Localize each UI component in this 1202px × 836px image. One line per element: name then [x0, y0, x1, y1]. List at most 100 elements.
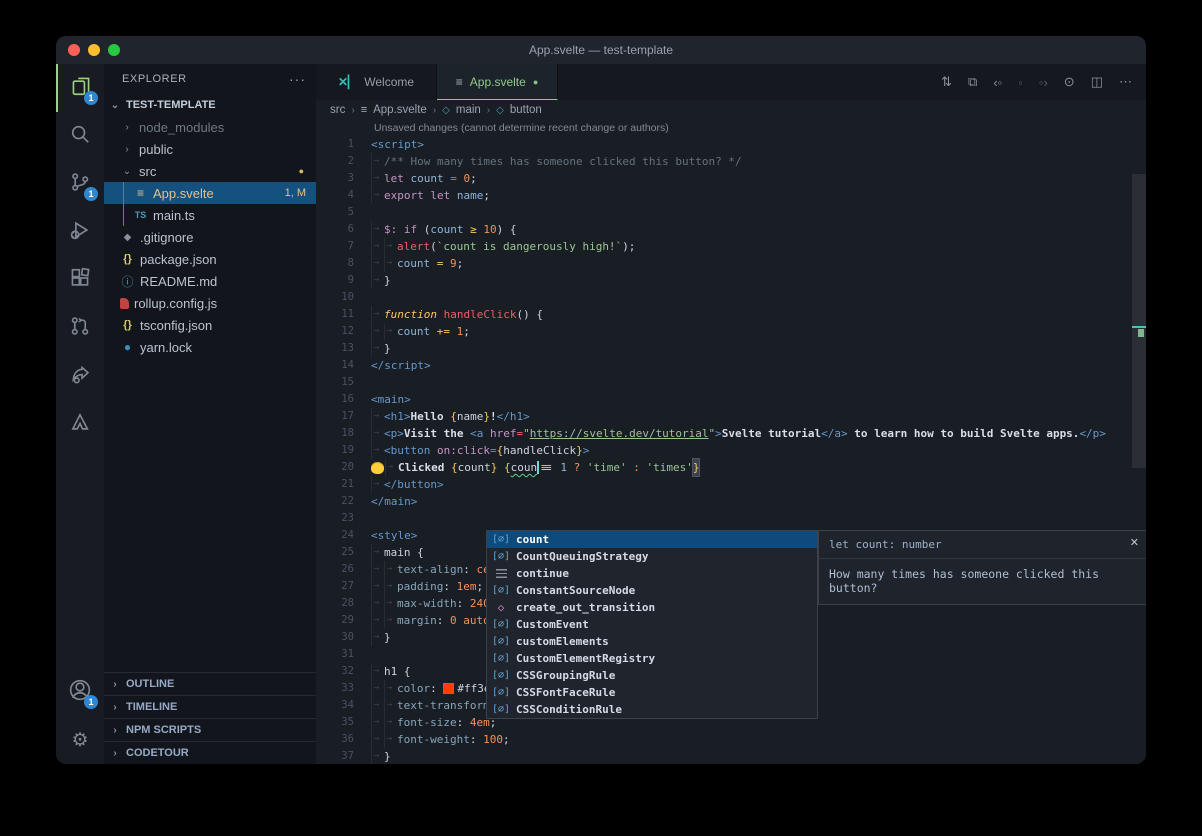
- code-line-19[interactable]: 19→<button on:click={handleClick}>: [316, 442, 1146, 459]
- next-change-icon[interactable]: ◦›: [1039, 75, 1048, 90]
- line-number: 34: [316, 697, 354, 714]
- sidebar-panel-npm-scripts[interactable]: ›NPM SCRIPTS: [104, 718, 316, 741]
- suggest-item-label: CSSFontFaceRule: [516, 686, 615, 699]
- tab-whitespace: →: [371, 272, 384, 289]
- lightbulb-icon[interactable]: [371, 462, 384, 474]
- code-line-3[interactable]: 3→let count = 0;: [316, 170, 1146, 187]
- tree-item-src[interactable]: ⌄src●: [104, 160, 316, 182]
- code-editor[interactable]: Unsaved changes (cannot determine recent…: [316, 120, 1146, 764]
- tree-item-tsconfig-json[interactable]: {}tsconfig.json: [104, 314, 316, 336]
- code-line-5[interactable]: 5: [316, 204, 1146, 221]
- more-actions-icon[interactable]: ⋯: [1119, 74, 1132, 90]
- breadcrumb-separator-icon: ›: [487, 105, 490, 116]
- tree-item-label: package.json: [140, 252, 217, 267]
- code-line-11[interactable]: 11→function handleClick() {: [316, 306, 1146, 323]
- braces-icon: {}: [120, 318, 135, 333]
- code-line-8[interactable]: 8→→count = 9;: [316, 255, 1146, 272]
- close-window-button[interactable]: [68, 44, 80, 56]
- activity-item-github-pull-requests[interactable]: [56, 304, 104, 352]
- suggest-item-customelements[interactable]: [∅]customElements: [487, 633, 817, 650]
- tab-whitespace: →: [384, 697, 397, 714]
- activity-item-run-debug[interactable]: [56, 208, 104, 256]
- sidebar-panel-codetour[interactable]: ›CODETOUR: [104, 741, 316, 764]
- tree-item--gitignore[interactable]: ◆.gitignore: [104, 226, 316, 248]
- activity-item-source-control[interactable]: 1: [56, 160, 104, 208]
- variable-icon: [∅]: [492, 687, 510, 698]
- code-line-37[interactable]: 37→}: [316, 748, 1146, 764]
- breadcrumb-item[interactable]: App.svelte: [373, 104, 427, 116]
- close-icon[interactable]: ✕: [1130, 536, 1139, 549]
- sidebar-panel-timeline[interactable]: ›TIMELINE: [104, 695, 316, 718]
- code-line-10[interactable]: 10: [316, 289, 1146, 306]
- tree-item-label: node_modules: [139, 120, 224, 135]
- code-line-15[interactable]: 15: [316, 374, 1146, 391]
- vertical-scrollbar[interactable]: [1132, 174, 1146, 468]
- tab-whitespace: →: [371, 731, 384, 748]
- workspace-section-header[interactable]: ⌄ TEST-TEMPLATE: [104, 94, 316, 116]
- code-line-20[interactable]: 20→Clicked {count} {coun≡ 1 ? 'time' : '…: [316, 459, 1146, 476]
- code-line-16[interactable]: 16<main>: [316, 391, 1146, 408]
- code-line-14[interactable]: 14</script>: [316, 357, 1146, 374]
- suggest-item-constantsourcenode[interactable]: [∅]ConstantSourceNode: [487, 582, 817, 599]
- tab-app-svelte[interactable]: ≡App.svelte●: [437, 64, 558, 100]
- tree-item-package-json[interactable]: {}package.json: [104, 248, 316, 270]
- code-line-22[interactable]: 22</main>: [316, 493, 1146, 510]
- suggest-item-cssgroupingrule[interactable]: [∅]CSSGroupingRule: [487, 667, 817, 684]
- suggest-item-cssconditionrule[interactable]: [∅]CSSConditionRule: [487, 701, 817, 718]
- zoom-window-button[interactable]: [108, 44, 120, 56]
- code-line-12[interactable]: 12→→count += 1;: [316, 323, 1146, 340]
- code-line-9[interactable]: 9→}: [316, 272, 1146, 289]
- line-number: 24: [316, 527, 354, 544]
- suggest-item-countqueuingstrategy[interactable]: [∅]CountQueuingStrategy: [487, 548, 817, 565]
- suggest-item-customelementregistry[interactable]: [∅]CustomElementRegistry: [487, 650, 817, 667]
- explorer-more-actions-icon[interactable]: ···: [289, 71, 306, 87]
- chevron-right-icon: ›: [108, 748, 122, 759]
- code-line-7[interactable]: 7→→alert(`count is dangerously high!`);: [316, 238, 1146, 255]
- sidebar-panel-outline[interactable]: ›OUTLINE: [104, 672, 316, 695]
- current-change-icon[interactable]: ◦: [1018, 75, 1023, 90]
- breadcrumb-item[interactable]: button: [510, 104, 542, 116]
- activity-item-search[interactable]: [56, 112, 104, 160]
- breadcrumb-item[interactable]: src: [330, 104, 345, 116]
- breadcrumb-item[interactable]: main: [456, 104, 481, 116]
- code-line-23[interactable]: 23: [316, 510, 1146, 527]
- code-line-4[interactable]: 4→export let name;: [316, 187, 1146, 204]
- tree-item-app-svelte[interactable]: ≡App.svelte1, M: [104, 182, 316, 204]
- minimize-window-button[interactable]: [88, 44, 100, 56]
- open-changes-icon[interactable]: ⧉: [968, 74, 977, 90]
- suggest-item-count[interactable]: [∅]count: [487, 531, 817, 548]
- variable-icon: [∅]: [492, 585, 510, 596]
- suggest-item-create_out_transition[interactable]: ◇create_out_transition: [487, 599, 817, 616]
- tree-item-readme-md[interactable]: ⓘREADME.md: [104, 270, 316, 292]
- suggest-item-customevent[interactable]: [∅]CustomEvent: [487, 616, 817, 633]
- code-line-1[interactable]: 1<script>: [316, 136, 1146, 153]
- activity-item-settings-gear[interactable]: ⚙: [56, 716, 104, 764]
- activity-item-azure[interactable]: [56, 400, 104, 448]
- suggest-item-continue[interactable]: continue: [487, 565, 817, 582]
- tab-welcome[interactable]: ✕▏Welcome: [316, 64, 437, 100]
- activity-item-explorer[interactable]: 1: [56, 64, 104, 112]
- activity-item-extensions[interactable]: [56, 256, 104, 304]
- code-line-6[interactable]: 6→$: if (count ≥ 10) {: [316, 221, 1146, 238]
- tree-item-public[interactable]: ›public: [104, 138, 316, 160]
- code-line-18[interactable]: 18→<p>Visit the <a href="https://svelte.…: [316, 425, 1146, 442]
- code-line-13[interactable]: 13→}: [316, 340, 1146, 357]
- activity-item-live-share[interactable]: [56, 352, 104, 400]
- suggest-item-cssfontfacerule[interactable]: [∅] CSSFontFaceRule: [487, 684, 817, 701]
- tree-item-yarn-lock[interactable]: ●yarn.lock: [104, 336, 316, 358]
- code-line-36[interactable]: 36→→font-weight: 100;: [316, 731, 1146, 748]
- tree-item-main-ts[interactable]: TSmain.ts: [104, 204, 316, 226]
- tree-item-rollup-config-js[interactable]: rollup.config.js: [104, 292, 316, 314]
- line-number: 20: [316, 459, 354, 476]
- tree-item-node-modules[interactable]: ›node_modules: [104, 116, 316, 138]
- toggle-inline-diff-icon[interactable]: ⇅: [941, 74, 952, 90]
- previous-change-icon[interactable]: ‹◦: [993, 75, 1002, 90]
- code-line-21[interactable]: 21→</button>: [316, 476, 1146, 493]
- tree-item-label: App.svelte: [153, 186, 214, 201]
- split-editor-icon[interactable]: ◫: [1091, 74, 1103, 90]
- code-line-2[interactable]: 2→/** How many times has someone clicked…: [316, 153, 1146, 170]
- code-line-17[interactable]: 17→<h1>Hello {name}!</h1>: [316, 408, 1146, 425]
- activity-item-account[interactable]: 1: [56, 668, 104, 716]
- tab-whitespace: →: [384, 680, 397, 697]
- file-history-icon[interactable]: ⊙: [1064, 74, 1075, 90]
